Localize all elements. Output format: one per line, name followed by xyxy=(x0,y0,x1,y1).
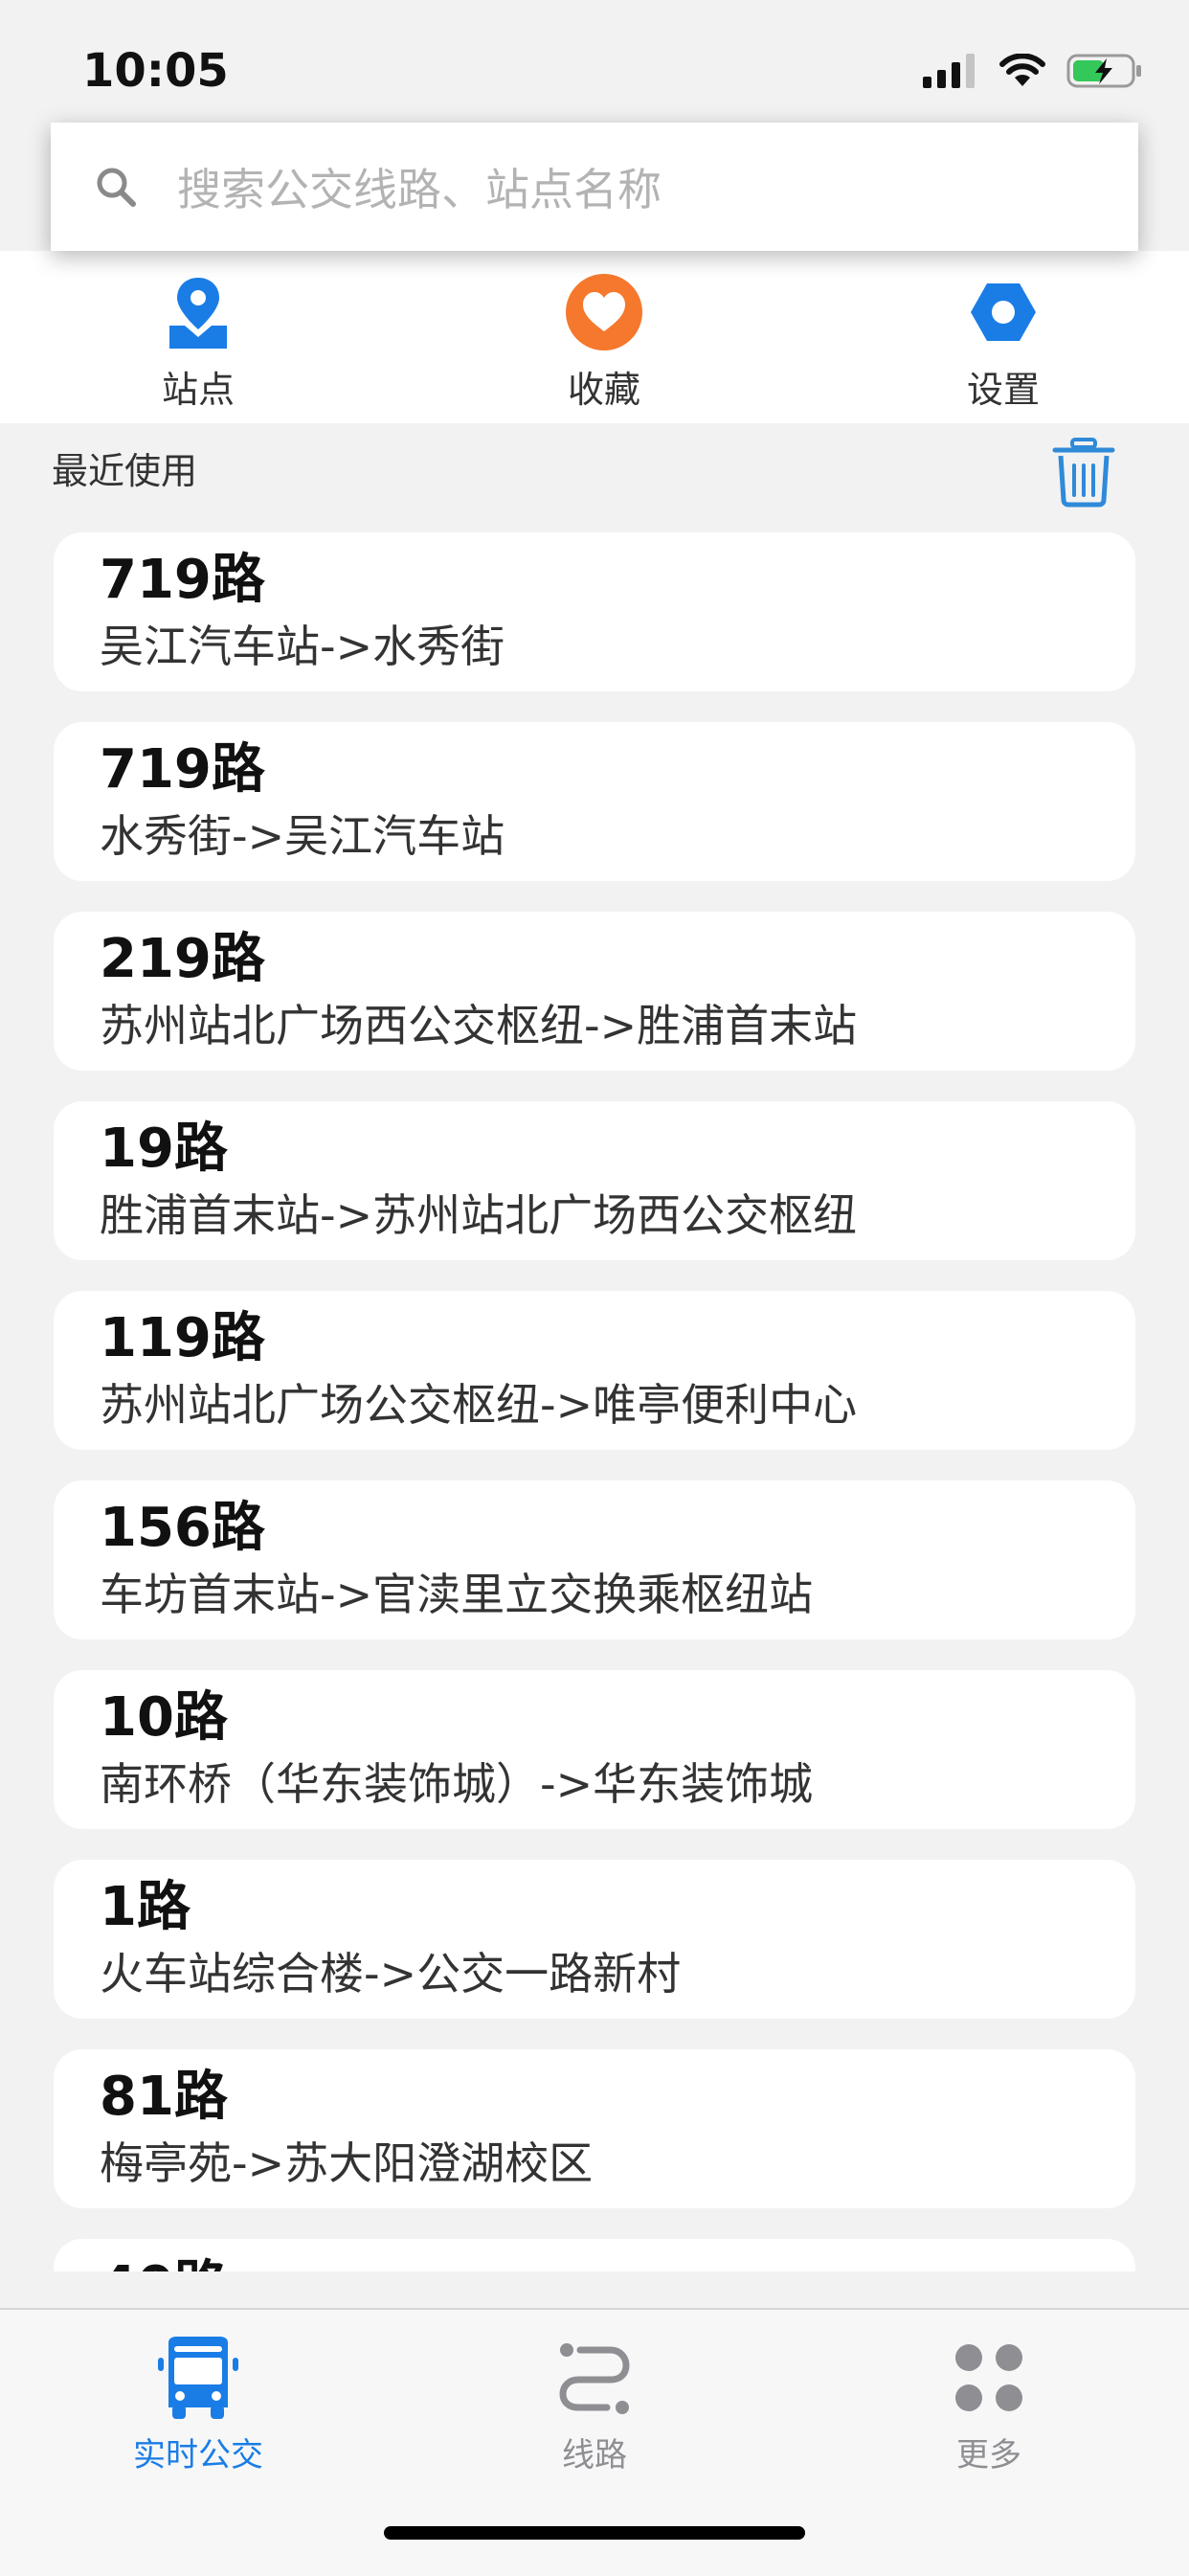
settings-button[interactable]: 设置 xyxy=(860,272,1147,414)
wifi-icon xyxy=(999,54,1045,86)
route-direction: 水秀街->吴江汽车站 xyxy=(100,810,505,862)
more-dots-icon xyxy=(955,2344,1022,2411)
status-time: 10:05 xyxy=(82,44,229,98)
tab-more[interactable]: 更多 xyxy=(845,2335,1133,2476)
route-number: 219路 xyxy=(100,928,265,990)
status-bar: 10:05 xyxy=(0,0,1189,124)
favorites-button[interactable]: 收藏 xyxy=(460,272,748,414)
tab-realtime-bus[interactable]: 实时公交 xyxy=(55,2335,342,2476)
home-indicator xyxy=(384,2526,805,2540)
route-card[interactable]: 219路 苏州站北广场西公交枢纽->胜浦首末站 xyxy=(54,912,1135,1071)
route-direction: 胜浦首末站->苏州站北广场西公交枢纽 xyxy=(100,1189,858,1241)
favorites-label: 收藏 xyxy=(567,369,640,411)
route-direction: 车坊首末站->官渎里立交换乘枢纽站 xyxy=(100,1569,814,1620)
stations-label: 站点 xyxy=(161,369,235,411)
route-card[interactable]: 40路 xyxy=(54,2239,1135,2271)
tab-routes-label: 线路 xyxy=(562,2436,627,2474)
route-direction: 火车站综合楼->公交一路新村 xyxy=(100,1948,682,2000)
search-icon xyxy=(97,168,136,207)
quick-actions: 站点 收藏 设置 xyxy=(0,251,1189,423)
location-pin-icon xyxy=(169,278,227,349)
route-number: 719路 xyxy=(100,738,265,801)
route-card[interactable]: 1路 火车站综合楼->公交一路新村 xyxy=(54,1860,1135,2019)
route-number: 19路 xyxy=(100,1118,228,1180)
stations-button[interactable]: 站点 xyxy=(55,272,342,414)
recent-route-list[interactable]: 719路 吴江汽车站->水秀街 719路 水秀街->吴江汽车站 219路 苏州站… xyxy=(0,529,1189,2271)
route-number: 719路 xyxy=(100,549,265,611)
route-direction: 梅亭苑->苏大阳澄湖校区 xyxy=(100,2137,594,2189)
heart-icon xyxy=(566,274,642,350)
signal-icon xyxy=(923,54,975,88)
route-card[interactable]: 719路 吴江汽车站->水秀街 xyxy=(54,532,1135,691)
route-direction: 南环桥（华东装饰城）->华东装饰城 xyxy=(100,1758,814,1810)
hexagon-settings-icon xyxy=(971,283,1036,341)
trash-icon[interactable] xyxy=(1051,437,1116,508)
settings-label: 设置 xyxy=(966,369,1040,411)
tab-routes[interactable]: 线路 xyxy=(451,2335,738,2476)
route-card[interactable]: 719路 水秀街->吴江汽车站 xyxy=(54,722,1135,881)
route-card[interactable]: 156路 车坊首末站->官渎里立交换乘枢纽站 xyxy=(54,1480,1135,1639)
route-number: 1路 xyxy=(100,1876,191,1938)
route-icon xyxy=(559,2343,630,2414)
route-card[interactable]: 10路 南环桥（华东装饰城）->华东装饰城 xyxy=(54,1670,1135,1829)
route-direction: 吴江汽车站->水秀街 xyxy=(100,621,505,672)
battery-charging-icon xyxy=(1066,54,1141,88)
tab-realtime-bus-label: 实时公交 xyxy=(133,2436,263,2474)
route-number: 10路 xyxy=(100,1686,228,1749)
route-number: 81路 xyxy=(100,2066,228,2128)
route-card[interactable]: 119路 苏州站北广场公交枢纽->唯亭便利中心 xyxy=(54,1291,1135,1450)
recent-title: 最近使用 xyxy=(52,450,198,492)
search-input[interactable]: 搜索公交线路、站点名称 xyxy=(177,155,662,218)
status-icons xyxy=(923,50,1143,92)
tab-more-label: 更多 xyxy=(956,2436,1021,2474)
route-card[interactable]: 81路 梅亭苑->苏大阳澄湖校区 xyxy=(54,2049,1135,2208)
route-number: 156路 xyxy=(100,1497,265,1559)
search-bar[interactable]: 搜索公交线路、站点名称 xyxy=(51,123,1138,251)
route-direction: 苏州站北广场公交枢纽->唯亭便利中心 xyxy=(100,1379,858,1431)
route-card[interactable]: 19路 胜浦首末站->苏州站北广场西公交枢纽 xyxy=(54,1101,1135,1260)
bus-icon xyxy=(158,2337,238,2419)
route-number: 40路 xyxy=(100,2250,228,2271)
route-direction: 苏州站北广场西公交枢纽->胜浦首末站 xyxy=(100,1000,858,1051)
route-number: 119路 xyxy=(100,1307,265,1369)
